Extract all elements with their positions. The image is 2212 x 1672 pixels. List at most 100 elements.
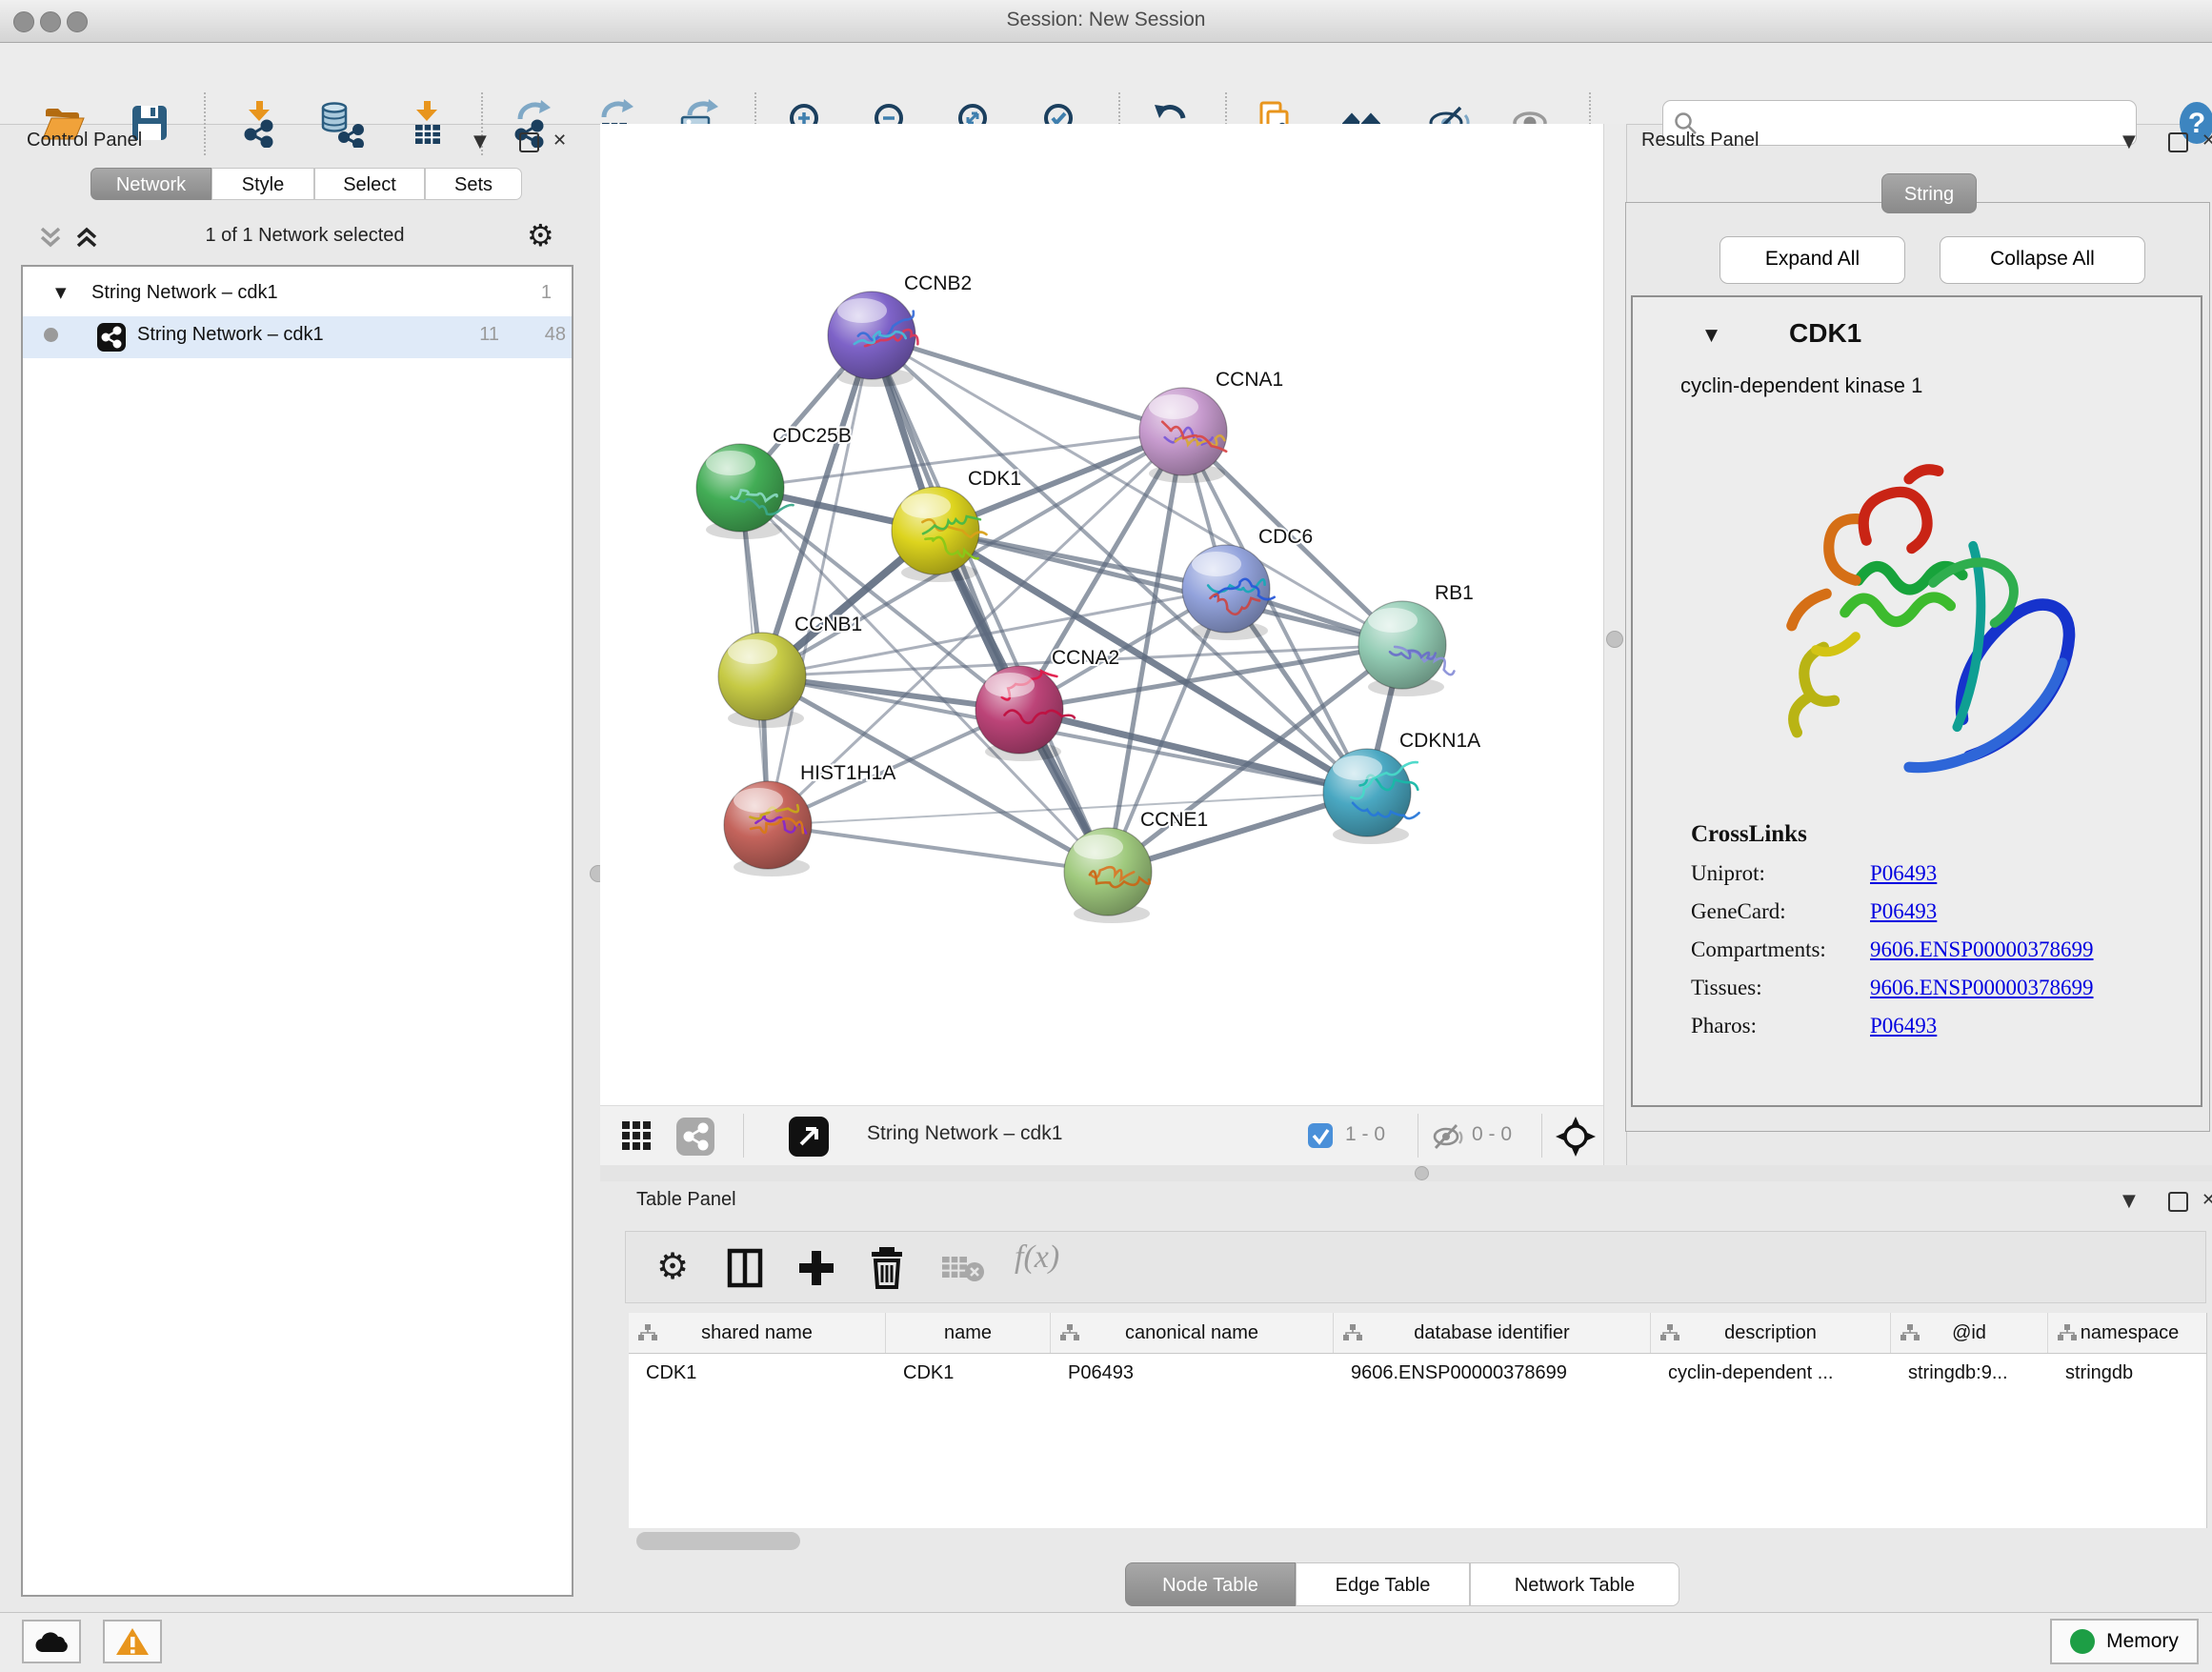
column-type-icon (2058, 1323, 2077, 1342)
node-expander-icon[interactable]: ▼ (1705, 326, 1718, 345)
selected-checkbox-icon[interactable] (1307, 1122, 1334, 1149)
column-header-canonical-name[interactable]: canonical name (1051, 1313, 1334, 1353)
column-header-namespace[interactable]: namespace (2048, 1313, 2207, 1353)
node-description: cyclin-dependent kinase 1 (1680, 373, 1922, 398)
column-header-shared-name[interactable]: shared name (629, 1313, 886, 1353)
toolbar-separator (743, 1114, 744, 1158)
memory-status-dot-icon (2070, 1629, 2095, 1654)
right-split-handle[interactable] (1606, 631, 1623, 648)
results-panel-collapse-icon[interactable]: ▼ (2122, 131, 2136, 151)
expand-all-button[interactable]: Expand All (1719, 236, 1905, 284)
table-cell[interactable]: CDK1 (629, 1353, 886, 1393)
tab-network[interactable]: Network (90, 168, 211, 200)
network-edge (935, 531, 1402, 645)
crosslink-row: Compartments:9606.ENSP00000378699 (1691, 937, 2094, 962)
tab-edge-table[interactable]: Edge Table (1296, 1562, 1470, 1606)
delete-column-icon[interactable] (866, 1245, 908, 1289)
network-edge-count: 48 (509, 324, 566, 346)
crosslink-link[interactable]: 9606.ENSP00000378699 (1870, 937, 2094, 961)
import-network-file-button[interactable] (234, 98, 288, 151)
network-share-icon[interactable] (676, 1118, 714, 1156)
collection-expander-icon[interactable]: ▼ (55, 284, 67, 301)
selected-count: 1 - 0 (1345, 1123, 1385, 1146)
column-type-icon (1060, 1323, 1079, 1342)
control-panel-collapse-icon[interactable]: ▼ (473, 131, 487, 151)
protein-structure-image (1696, 419, 2096, 800)
toolbar-separator (1541, 1114, 1542, 1158)
warnings-button[interactable] (103, 1620, 162, 1663)
crosslinks-section: CrossLinks Uniprot:P06493GeneCard:P06493… (1691, 821, 2094, 1038)
table-panel-collapse-icon[interactable]: ▼ (2122, 1191, 2136, 1211)
table-horizontal-scrollbar[interactable] (636, 1532, 800, 1550)
network-edge (872, 335, 1183, 432)
tab-node-table[interactable]: Node Table (1125, 1562, 1296, 1606)
table-cell[interactable]: CDK1 (886, 1353, 1051, 1393)
crosslink-row: Uniprot:P06493 (1691, 861, 2094, 886)
tab-style[interactable]: Style (211, 168, 314, 200)
grid-view-icon[interactable] (621, 1120, 654, 1153)
control-panel-close-icon[interactable]: ✕ (553, 131, 567, 151)
network-node-count: 11 (442, 324, 499, 346)
network-node-label: CDC6 (1258, 526, 1313, 548)
database-icon (315, 98, 365, 148)
crosslink-label: Uniprot: (1691, 861, 1870, 886)
node-title: CDK1 (1789, 318, 1861, 349)
status-bar: Memory (0, 1612, 2212, 1672)
table-row[interactable]: CDK1CDK1P064939606.ENSP00000378699cyclin… (629, 1353, 2207, 1393)
column-type-icon (638, 1323, 657, 1342)
expand-all-networks-icon[interactable] (72, 223, 101, 252)
table-options-gear-icon[interactable]: ⚙ (656, 1245, 689, 1287)
import-table-icon (402, 98, 452, 148)
results-panel-title: Results Panel (1641, 130, 1759, 151)
add-column-icon[interactable] (795, 1247, 837, 1289)
table-cell[interactable]: 9606.ENSP00000378699 (1334, 1353, 1651, 1393)
table-panel-close-icon[interactable]: ✕ (2202, 1190, 2212, 1210)
network-edge (768, 825, 1108, 872)
import-table-file-button[interactable] (402, 98, 455, 151)
column-header--id[interactable]: @id (1891, 1313, 2048, 1353)
memory-label: Memory (2106, 1630, 2179, 1653)
tab-select[interactable]: Select (314, 168, 425, 200)
network-collection-row[interactable]: ▼ String Network – cdk1 1 (23, 274, 572, 316)
network-view-toolbar: String Network – cdk1 1 - 0 0 - 0 (600, 1105, 1603, 1166)
network-node-label: RB1 (1435, 582, 1474, 604)
bottom-split-handle[interactable] (1415, 1166, 1429, 1180)
table-panel-title: Table Panel (636, 1189, 736, 1211)
crosslink-link[interactable]: P06493 (1870, 861, 1937, 885)
memory-button[interactable]: Memory (2050, 1619, 2199, 1664)
crosslink-link[interactable]: 9606.ENSP00000378699 (1870, 976, 2094, 999)
network-options-gear-icon[interactable]: ⚙ (527, 217, 554, 253)
collapse-all-button[interactable]: Collapse All (1940, 236, 2145, 284)
crosslink-link[interactable]: P06493 (1870, 899, 1937, 923)
table-panel-float-icon[interactable] (2168, 1192, 2188, 1212)
results-panel-close-icon[interactable]: ✕ (2202, 131, 2212, 151)
network-node-label: CCNA2 (1052, 647, 1119, 669)
network-selection-status: 1 of 1 Network selected (114, 225, 495, 247)
column-header-database-identifier[interactable]: database identifier (1334, 1313, 1651, 1353)
table-header-row: shared namenamecanonical namedatabase id… (629, 1313, 2207, 1354)
show-columns-icon[interactable] (726, 1247, 766, 1289)
tab-sets[interactable]: Sets (425, 168, 522, 200)
network-canvas[interactable]: CCNB2CCNA1CDC25BCDK1CDC6RB1CCNB1CCNA2CDK… (600, 124, 1603, 1105)
tab-string[interactable]: String (1881, 173, 1977, 213)
table-cell[interactable]: stringdb:9... (1891, 1353, 2048, 1393)
network-row-selected[interactable]: String Network – cdk1 11 48 (23, 316, 572, 358)
table-cell[interactable]: cyclin-dependent ... (1651, 1353, 1891, 1393)
control-panel-float-icon[interactable] (519, 132, 539, 152)
table-cell[interactable]: stringdb (2048, 1353, 2207, 1393)
column-header-description[interactable]: description (1651, 1313, 1891, 1353)
column-header-name[interactable]: name (886, 1313, 1051, 1353)
import-network-database-button[interactable] (315, 98, 369, 151)
bottom-split-bar[interactable] (600, 1165, 2212, 1181)
crosslink-link[interactable]: P06493 (1870, 1014, 1937, 1037)
node-table[interactable]: shared namenamecanonical namedatabase id… (629, 1313, 2207, 1528)
table-cell[interactable]: P06493 (1051, 1353, 1334, 1393)
open-in-window-icon[interactable] (789, 1117, 829, 1157)
tab-network-table[interactable]: Network Table (1470, 1562, 1679, 1606)
crosshair-icon[interactable] (1555, 1116, 1597, 1158)
collapse-all-networks-icon[interactable] (36, 223, 65, 252)
main-toolbar: ? (0, 43, 2212, 125)
results-panel-float-icon[interactable] (2168, 132, 2188, 152)
network-name: String Network – cdk1 (137, 324, 324, 346)
cloud-status-button[interactable] (22, 1620, 81, 1663)
